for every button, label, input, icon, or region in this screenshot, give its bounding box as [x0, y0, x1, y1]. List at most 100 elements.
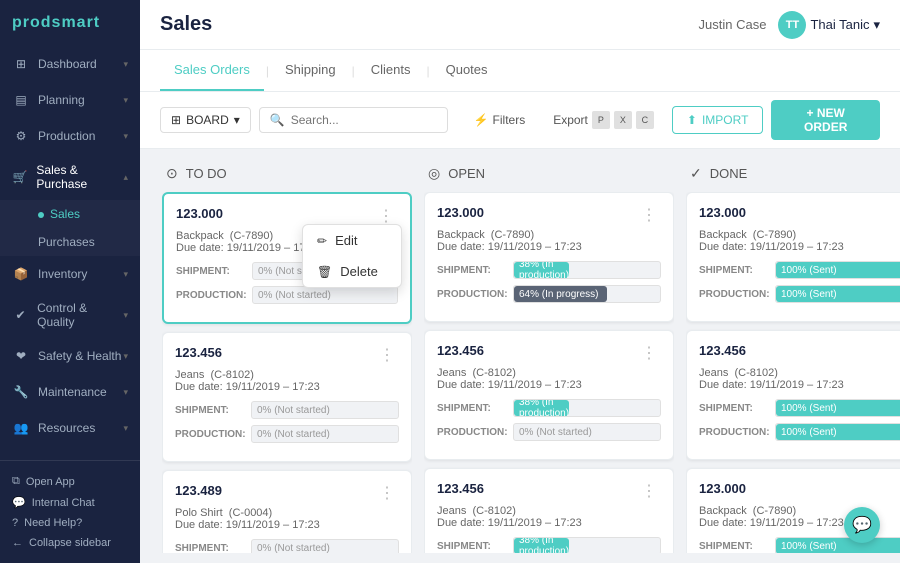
shipment-bar: 38% (In production) [513, 399, 661, 417]
sidebar-item-control-quality[interactable]: ✔Control & Quality ▾ [0, 292, 140, 338]
sidebar-item-inventory[interactable]: 📦Inventory ▾ [0, 256, 140, 292]
card-info: Backpack (C-7890)Due date: 19/11/2019 – … [699, 229, 900, 253]
tab-sales-orders[interactable]: Sales Orders [160, 50, 264, 91]
health-icon: ❤ [12, 347, 30, 365]
export-pdf-icon: P [592, 111, 610, 129]
sidebar-item-production[interactable]: ⚙Production ▾ [0, 118, 140, 154]
user2-dropdown[interactable]: TT Thai Tanic ▾ [778, 11, 880, 39]
card-menu-button[interactable]: ⋮ [375, 483, 399, 503]
sidebar: prodsmart ⊞Dashboard ▾ ▤Planning ▾ ⚙Prod… [0, 0, 140, 563]
card-menu-button[interactable]: ⋮ [374, 206, 398, 226]
card-header: 123.000 ⋮ [176, 206, 398, 226]
shipment-bar: 38% (In production) [513, 261, 661, 279]
new-order-button[interactable]: + NEW ORDER [771, 100, 880, 140]
column-cards-open: 123.000 ⋮ Backpack (C-7890)Due date: 19/… [424, 192, 674, 553]
production-label: PRODUCTION: [437, 289, 505, 300]
kanban-card[interactable]: 123.456 ⋮ Jeans (C-8102)Due date: 19/11/… [424, 468, 674, 553]
board-view-button[interactable]: ⊞ BOARD ▾ [160, 107, 251, 133]
user2-name: Thai Tanic [810, 17, 869, 32]
import-button[interactable]: ⬆ IMPORT [672, 106, 764, 134]
production-label: PRODUCTION: [699, 427, 767, 438]
production-bar: 0% (Not started) [513, 423, 661, 441]
column-cards-done: 123.000 ⋮ Backpack (C-7890)Due date: 19/… [686, 192, 900, 553]
chevron-icon: ▾ [123, 351, 128, 362]
chat-bubble[interactable]: 💬 [844, 507, 880, 543]
kanban-card[interactable]: 123.456 ⋮ Jeans (C-8102)Due date: 19/11/… [162, 332, 412, 462]
internal-chat-link[interactable]: 💬Internal Chat [12, 492, 128, 513]
kanban-card[interactable]: 123.489 ⋮ Polo Shirt (C-0004)Due date: 1… [162, 470, 412, 553]
user-area: Justin Case TT Thai Tanic ▾ [699, 11, 880, 39]
card-number: 123.456 [175, 345, 222, 360]
tab-clients[interactable]: Clients [357, 50, 425, 91]
chevron-icon: ▴ [123, 172, 128, 183]
column-header-open: ◎OPEN [424, 159, 674, 192]
card-menu-button[interactable]: ⋮ [637, 481, 661, 501]
open-app-link[interactable]: ⧉Open App [12, 471, 128, 492]
shipment-label: SHIPMENT: [176, 266, 244, 277]
sidebar-item-resources[interactable]: 👥Resources ▾ [0, 410, 140, 446]
filters-button[interactable]: ⚡ Filters [464, 108, 536, 132]
card-header: 123.456 ⋮ [175, 345, 399, 365]
tab-quotes[interactable]: Quotes [432, 50, 502, 91]
card-info: Jeans (C-8102)Due date: 19/11/2019 – 17:… [437, 505, 661, 529]
card-header: 123.000 ⋮ [437, 205, 661, 225]
shipment-bar: 100% (Sent) [775, 261, 900, 279]
column-cards-todo: 123.000 ⋮ Backpack (C-7890)Due date: 19/… [162, 192, 412, 553]
kanban-card[interactable]: 123.000 ⋮ Backpack (C-7890)Due date: 19/… [162, 192, 412, 324]
export-xls-icon: X [614, 111, 632, 129]
sidebar-item-safety-health[interactable]: ❤Safety & Health ▾ [0, 338, 140, 374]
done-icon: ✓ [690, 165, 702, 182]
sidebar-footer: ⧉Open App 💬Internal Chat ?Need Help? ←Co… [0, 460, 140, 563]
search-box[interactable]: 🔍 [259, 107, 448, 133]
planning-icon: ▤ [12, 91, 30, 109]
card-info: Polo Shirt (C-0004)Due date: 19/11/2019 … [175, 507, 399, 531]
column-header-done: ✓DONE [686, 159, 900, 192]
sidebar-item-planning[interactable]: ▤Planning ▾ [0, 82, 140, 118]
kanban-card[interactable]: 123.456 ⋮ Jeans (C-8102)Due date: 19/11/… [686, 330, 900, 460]
shipment-label: SHIPMENT: [175, 543, 243, 554]
control-icon: ✔ [12, 306, 29, 324]
export-button[interactable]: Export P X C [543, 106, 664, 134]
production-bar: 100% (Sent) [775, 285, 900, 303]
search-input[interactable] [291, 113, 437, 127]
maintenance-icon: 🔧 [12, 383, 30, 401]
kanban-board: ⊙TO DO 123.000 ⋮ Backpack (C-7890)Due da… [140, 149, 900, 563]
sidebar-item-sales[interactable]: Sales [0, 200, 140, 228]
sidebar-item-maintenance[interactable]: 🔧Maintenance ▾ [0, 374, 140, 410]
sidebar-item-dashboard[interactable]: ⊞Dashboard ▾ [0, 46, 140, 82]
shipment-row: SHIPMENT: 100% (Sent) [699, 399, 900, 417]
collapse-sidebar-button[interactable]: ←Collapse sidebar [12, 533, 128, 553]
shipment-label: SHIPMENT: [699, 541, 767, 552]
production-bar: 100% (Sent) [775, 423, 900, 441]
chat-icon: 💬 [12, 496, 26, 509]
tab-shipping[interactable]: Shipping [271, 50, 350, 91]
chevron-icon: ▾ [123, 59, 128, 70]
card-menu-button[interactable]: ⋮ [637, 343, 661, 363]
export-icons: P X C [592, 111, 654, 129]
shipment-row: SHIPMENT: 38% (In production) [437, 399, 661, 417]
card-menu-button[interactable]: ⋮ [375, 345, 399, 365]
kanban-card[interactable]: 123.456 ⋮ Jeans (C-8102)Due date: 19/11/… [424, 330, 674, 460]
resources-icon: 👥 [12, 419, 30, 437]
sidebar-item-sales-purchase[interactable]: 🛒Sales & Purchase ▴ [0, 154, 140, 200]
sales-icon: 🛒 [12, 168, 28, 186]
delete-menu-item[interactable]: 🗑 Delete [303, 256, 401, 287]
card-header: 123.000 ⋮ [699, 481, 900, 501]
sidebar-nav: ⊞Dashboard ▾ ▤Planning ▾ ⚙Production ▾ 🛒… [0, 46, 140, 460]
tab-bar: Sales Orders | Shipping | Clients | Quot… [140, 50, 900, 92]
shipment-bar: 38% (In production) [513, 537, 661, 553]
card-menu-button[interactable]: ⋮ [637, 205, 661, 225]
production-row: PRODUCTION: 100% (Sent) [699, 423, 900, 441]
edit-menu-item[interactable]: ✏ Edit [303, 225, 401, 256]
kanban-card[interactable]: 123.000 ⋮ Backpack (C-7890)Due date: 19/… [424, 192, 674, 322]
chevron-icon: ▾ [123, 310, 128, 321]
kanban-card[interactable]: 123.000 ⋮ Backpack (C-7890)Due date: 19/… [686, 192, 900, 322]
column-header-todo: ⊙TO DO [162, 159, 412, 192]
production-row: PRODUCTION: 64% (In progress) [437, 285, 661, 303]
production-row: PRODUCTION: 0% (Not started) [176, 286, 398, 304]
logo: prodsmart [0, 0, 140, 46]
open-icon: ◎ [428, 165, 440, 182]
need-help-link[interactable]: ?Need Help? [12, 513, 128, 533]
sidebar-item-purchases[interactable]: Purchases [0, 228, 140, 256]
card-info: Jeans (C-8102)Due date: 19/11/2019 – 17:… [175, 369, 399, 393]
